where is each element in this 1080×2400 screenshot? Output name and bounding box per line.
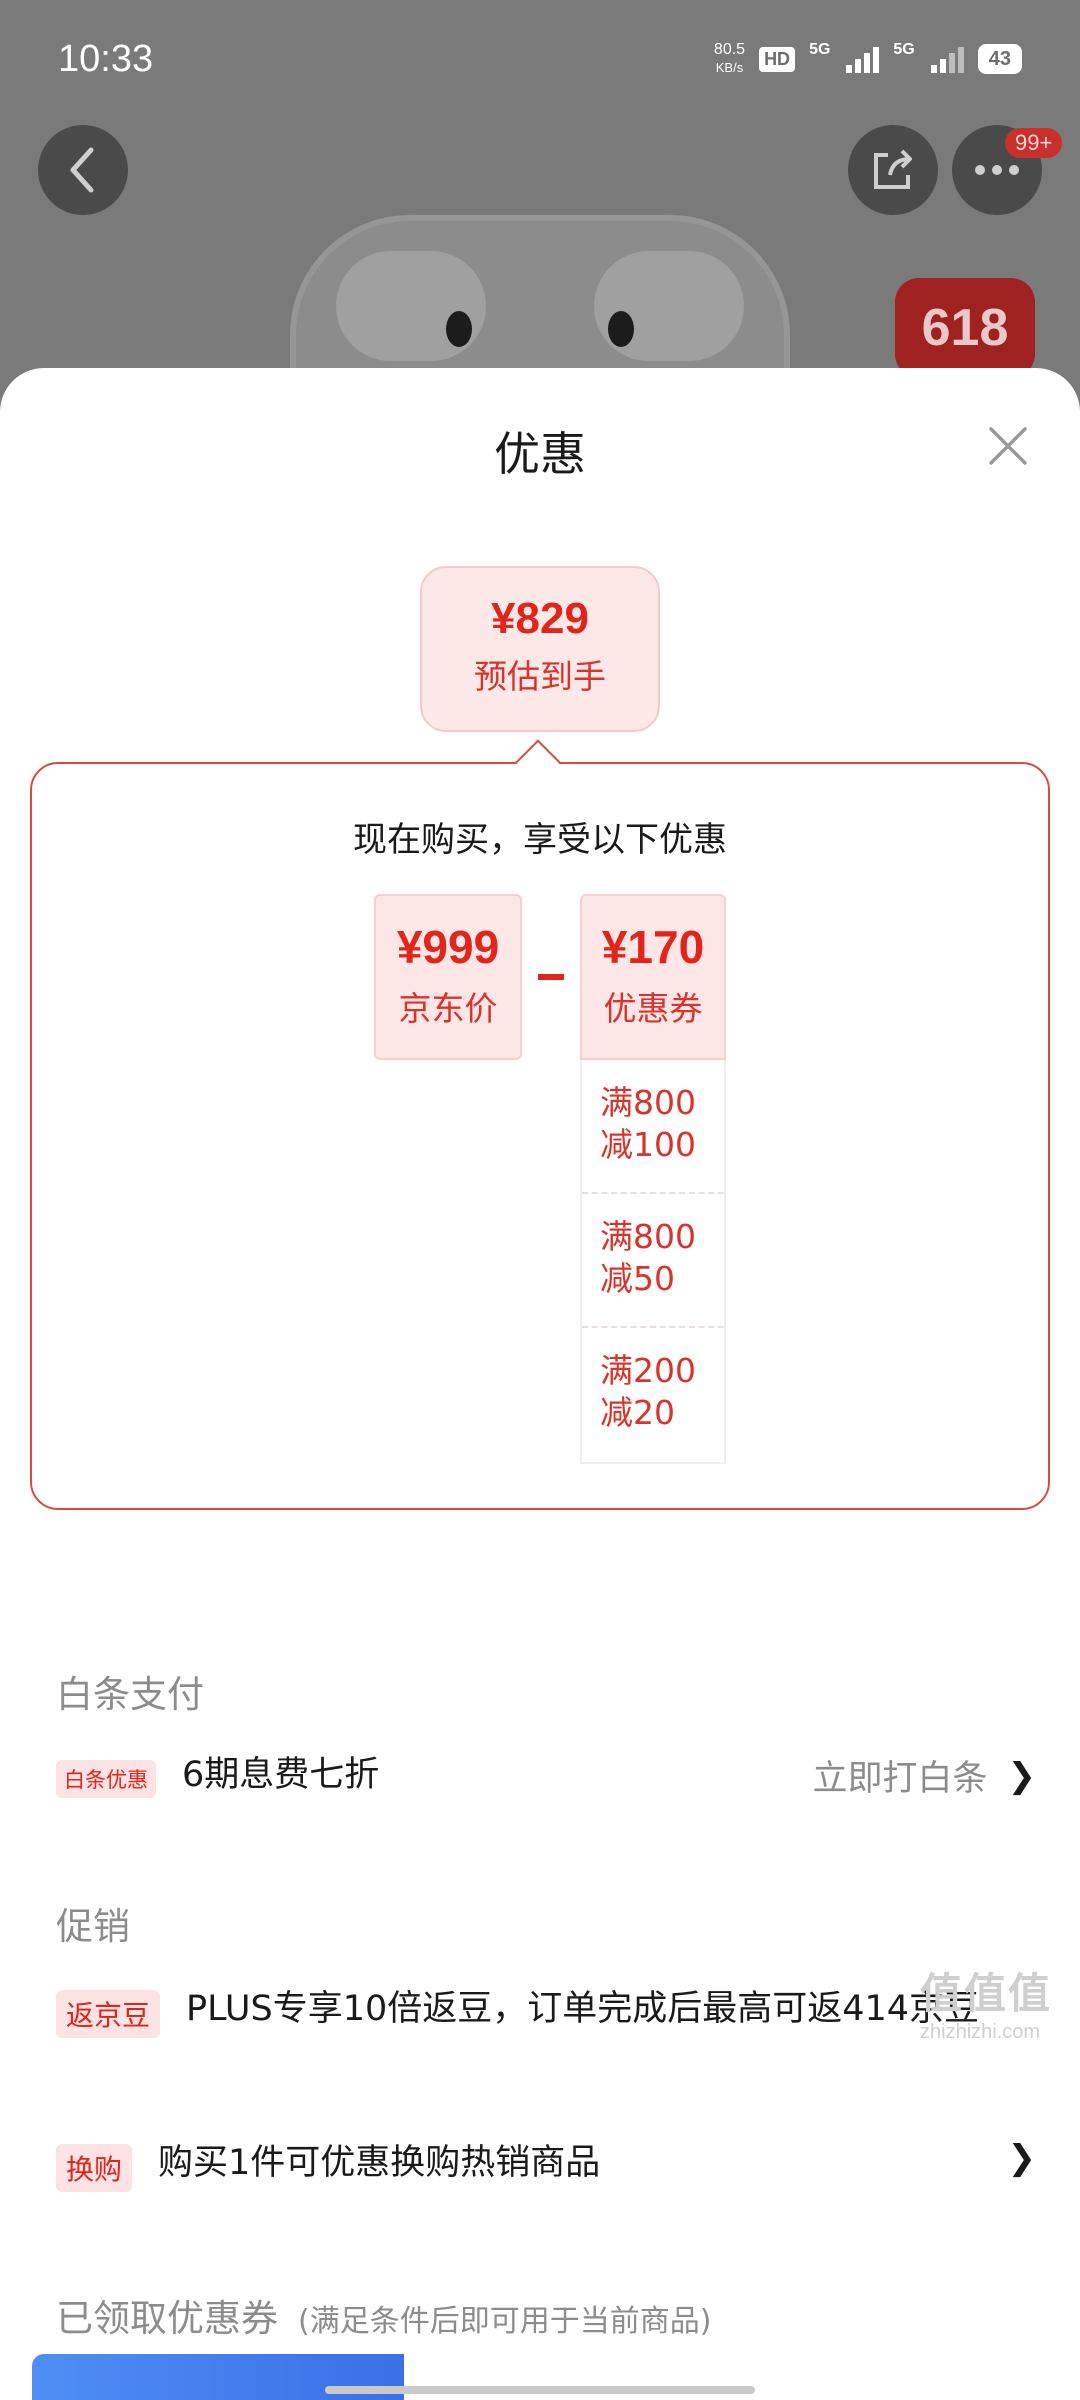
coupon-item: 满800 减100 — [582, 1060, 724, 1194]
sheet-title: 优惠 — [494, 427, 586, 481]
promotion-row-exchange[interactable]: 换购 购买1件可优惠换购热销商品 ❯ — [56, 2138, 1036, 2192]
signal-icon — [846, 45, 880, 73]
baitiao-tag: 白条优惠 — [56, 1760, 156, 1798]
share-button[interactable] — [848, 125, 938, 215]
jd-price-label: 京东价 — [398, 989, 498, 1028]
close-icon[interactable] — [985, 423, 1031, 469]
estimated-price: ¥829 — [491, 594, 589, 643]
chevron-right-icon: ❯ — [1007, 2138, 1037, 2178]
baitiao-action[interactable]: 立即打白条 — [812, 1750, 987, 1801]
share-icon — [874, 149, 912, 189]
coupon-total-amount: ¥170 — [601, 921, 705, 973]
promo-618-tag: 618 — [895, 278, 1035, 378]
claimed-coupons-subtitle: (满足条件后即可用于当前商品) — [298, 2304, 712, 2339]
chevron-left-icon — [70, 147, 94, 193]
home-indicator[interactable] — [325, 2386, 755, 2394]
sim1-label: 5G — [809, 41, 831, 58]
exchange-text: 购买1件可优惠换购热销商品 — [158, 2143, 601, 2183]
baitiao-row[interactable]: 白条优惠 6期息费七折 立即打白条 ❯ — [56, 1750, 1036, 1801]
discount-breakdown-card: 现在购买，享受以下优惠 ¥999 京东价 ¥170 优惠券 满800 减100 满… — [30, 762, 1050, 1510]
back-button[interactable] — [38, 125, 128, 215]
baitiao-text: 6期息费七折 — [182, 1755, 380, 1795]
jingdou-tag: 返京豆 — [56, 1990, 161, 2038]
jingdou-text: PLUS专享10倍返豆，订单完成后最高可返414京豆 — [186, 1989, 980, 2029]
more-icon — [975, 165, 1019, 175]
exchange-tag: 换购 — [56, 2144, 133, 2192]
coupon-total-label: 优惠券 — [603, 989, 703, 1028]
network-speed: 80.5 KB/s — [713, 41, 746, 75]
chevron-right-icon: ❯ — [1007, 1755, 1037, 1796]
estimated-label: 预估到手 — [474, 657, 606, 696]
estimated-price-box: ¥829 预估到手 — [420, 566, 660, 732]
signal-icon-2 — [930, 45, 964, 73]
jd-price-amount: ¥999 — [396, 921, 500, 973]
coupon-item: 满200 减20 — [600, 1351, 696, 1432]
promotion-section-title: 促销 — [56, 1905, 130, 1948]
message-count-badge: 99+ — [1005, 128, 1063, 158]
baitiao-section-title: 白条支付 — [56, 1673, 204, 1716]
sim2-label: 5G — [893, 41, 915, 58]
jd-price-cell: ¥999 京东价 — [374, 894, 522, 1060]
breakdown-headline: 现在购买，享受以下优惠 — [353, 820, 727, 860]
minus-sign — [538, 974, 564, 980]
promotion-row-jingdou: 返京豆 PLUS专享10倍返豆，订单完成后最高可返414京豆 — [56, 1984, 1036, 2038]
status-time: 10:33 — [58, 37, 154, 80]
discount-sheet: 优惠 ¥829 预估到手 现在购买，享受以下优惠 ¥999 京东价 ¥170 优… — [0, 368, 1080, 2400]
coupon-total-cell: ¥170 优惠券 — [580, 894, 726, 1060]
coupon-item: 满800 减50 — [582, 1194, 724, 1328]
coupon-list: 满800 减100 满800 减50 满200 减20 — [580, 1060, 726, 1464]
battery-icon: 43 — [977, 44, 1022, 74]
watermark: 值值值 zhizhizhi.com — [920, 1970, 1053, 2043]
claimed-coupons-title: 已领取优惠券 (满足条件后即可用于当前商品) — [56, 2297, 712, 2340]
status-bar: 10:33 80.5 KB/s HD 5G 5G 43 — [0, 0, 1080, 118]
hd-icon: HD — [759, 46, 796, 72]
